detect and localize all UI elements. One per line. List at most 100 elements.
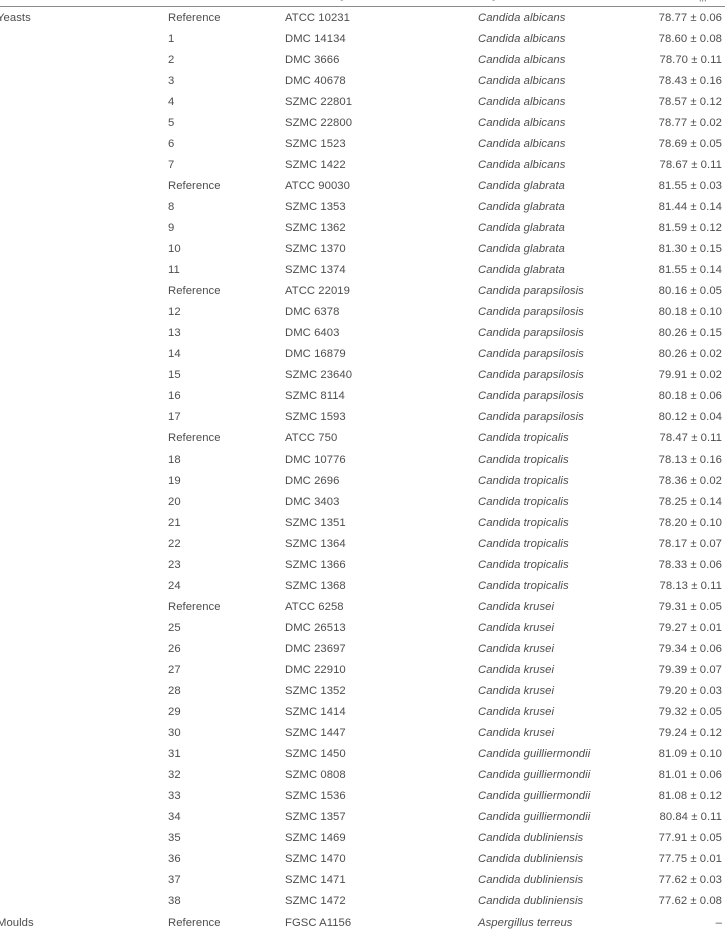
cell-melting-temperature: 80.84 ± 0.11 <box>635 807 725 828</box>
cell-strain-designation-number: SZMC 1471 <box>285 870 478 891</box>
cell-organism: Candida albicans <box>478 70 635 91</box>
cell-dna-serial-id: Reference <box>168 912 285 933</box>
table-row: 20DMC 3403Candida tropicalis78.25 ± 0.14 <box>0 491 725 512</box>
cell-strain-designation-number: SZMC 1450 <box>285 744 478 765</box>
cell-dna-serial-id: 16 <box>168 386 285 407</box>
cell-group <box>0 154 168 175</box>
cell-dna-serial-id: Reference <box>168 596 285 617</box>
cell-melting-temperature: 78.57 ± 0.12 <box>635 91 725 112</box>
table-row: YeastsReferenceATCC 10231Candida albican… <box>0 7 725 29</box>
cell-melting-temperature: 81.55 ± 0.03 <box>635 175 725 196</box>
cell-dna-serial-id: 26 <box>168 638 285 659</box>
table-row: 36SZMC 1470Candida dubliniensis77.75 ± 0… <box>0 849 725 870</box>
cell-melting-temperature: 77.91 ± 0.05 <box>635 828 725 849</box>
cell-dna-serial-id: 22 <box>168 533 285 554</box>
cell-organism: Candida glabrata <box>478 196 635 217</box>
cell-melting-temperature: 81.55 ± 0.14 <box>635 260 725 281</box>
cell-organism: Candida parapsilosis <box>478 365 635 386</box>
cell-dna-serial-id: 29 <box>168 702 285 723</box>
cell-strain-designation-number: SZMC 1447 <box>285 723 478 744</box>
cell-dna-serial-id: 21 <box>168 512 285 533</box>
cell-melting-temperature: 80.26 ± 0.15 <box>635 323 725 344</box>
cell-organism: Candida parapsilosis <box>478 407 635 428</box>
cell-group <box>0 681 168 702</box>
table-row: 37SZMC 1471Candida dubliniensis77.62 ± 0… <box>0 870 725 891</box>
cell-strain-designation-number: SZMC 1370 <box>285 239 478 260</box>
cell-melting-temperature: 78.77 ± 0.06 <box>635 7 725 29</box>
cell-melting-temperature: 81.30 ± 0.15 <box>635 239 725 260</box>
cell-group <box>0 428 168 449</box>
table-row: 4SZMC 22801Candida albicans78.57 ± 0.12 <box>0 91 725 112</box>
cell-dna-serial-id: 36 <box>168 849 285 870</box>
table-row: 8SZMC 1353Candida glabrata81.44 ± 0.14 <box>0 196 725 217</box>
cell-strain-designation-number: SZMC 1357 <box>285 807 478 828</box>
table-row: 16SZMC 8114Candida parapsilosis80.18 ± 0… <box>0 386 725 407</box>
cell-dna-serial-id: 25 <box>168 617 285 638</box>
table-row: 18DMC 10776Candida tropicalis78.13 ± 0.1… <box>0 449 725 470</box>
cell-dna-serial-id: 33 <box>168 786 285 807</box>
table-row: ReferenceATCC 90030Candida glabrata81.55… <box>0 175 725 196</box>
cell-group <box>0 807 168 828</box>
table-row: MouldsReferenceFGSC A1156Aspergillus ter… <box>0 912 725 933</box>
cell-strain-designation-number: SZMC 1352 <box>285 681 478 702</box>
cell-group <box>0 512 168 533</box>
table-row: 33SZMC 1536Candida guilliermondii81.08 ±… <box>0 786 725 807</box>
cell-group <box>0 786 168 807</box>
cell-organism: Candida parapsilosis <box>478 281 635 302</box>
cell-dna-serial-id: 8 <box>168 196 285 217</box>
cell-group <box>0 133 168 154</box>
cell-melting-temperature: 79.91 ± 0.02 <box>635 365 725 386</box>
cell-strain-designation-number: ATCC 90030 <box>285 175 478 196</box>
cell-melting-temperature: 79.24 ± 0.12 <box>635 723 725 744</box>
table-row: 38SZMC 1472Candida dubliniensis77.62 ± 0… <box>0 891 725 912</box>
cell-strain-designation-number: DMC 14134 <box>285 28 478 49</box>
cell-dna-serial-id: Reference <box>168 428 285 449</box>
table-row: 3DMC 40678Candida albicans78.43 ± 0.16 <box>0 70 725 91</box>
cell-group <box>0 470 168 491</box>
cell-melting-temperature: 79.20 ± 0.03 <box>635 681 725 702</box>
table-row: 11SZMC 1374Candida glabrata81.55 ± 0.14 <box>0 260 725 281</box>
table-row: 2DMC 3666Candida albicans78.70 ± 0.11 <box>0 49 725 70</box>
cell-strain-designation-number: SZMC 1364 <box>285 533 478 554</box>
cell-strain-designation-number: DMC 40678 <box>285 70 478 91</box>
cell-organism: Candida guilliermondii <box>478 765 635 786</box>
cell-organism: Candida tropicalis <box>478 512 635 533</box>
cell-dna-serial-id: 4 <box>168 91 285 112</box>
cell-organism: Candida albicans <box>478 49 635 70</box>
cell-organism: Candida dubliniensis <box>478 849 635 870</box>
document-page: DNA serial ID. Strain designation number… <box>0 0 725 928</box>
cell-melting-temperature: 77.62 ± 0.03 <box>635 870 725 891</box>
cell-melting-temperature: 78.17 ± 0.07 <box>635 533 725 554</box>
table-row: 13DMC 6403Candida parapsilosis80.26 ± 0.… <box>0 323 725 344</box>
cell-organism: Candida krusei <box>478 723 635 744</box>
cell-group <box>0 112 168 133</box>
cell-group <box>0 386 168 407</box>
cell-organism: Candida glabrata <box>478 260 635 281</box>
table-row: 30SZMC 1447Candida krusei79.24 ± 0.12 <box>0 723 725 744</box>
cell-group <box>0 302 168 323</box>
cell-organism: Candida albicans <box>478 154 635 175</box>
table-row: 26DMC 23697Candida krusei79.34 ± 0.06 <box>0 638 725 659</box>
cell-strain-designation-number: DMC 10776 <box>285 449 478 470</box>
table-row: 1DMC 14134Candida albicans78.60 ± 0.08 <box>0 28 725 49</box>
cell-melting-temperature: 80.16 ± 0.05 <box>635 281 725 302</box>
cell-group <box>0 323 168 344</box>
cell-strain-designation-number: DMC 23697 <box>285 638 478 659</box>
cell-dna-serial-id: 18 <box>168 449 285 470</box>
cell-strain-designation-number: SZMC 1593 <box>285 407 478 428</box>
cell-strain-designation-number: ATCC 22019 <box>285 281 478 302</box>
cell-melting-temperature: 79.32 ± 0.05 <box>635 702 725 723</box>
cell-organism: Candida parapsilosis <box>478 386 635 407</box>
cell-group <box>0 175 168 196</box>
cell-strain-designation-number: SZMC 1472 <box>285 891 478 912</box>
cell-group <box>0 344 168 365</box>
cell-melting-temperature: 79.27 ± 0.01 <box>635 617 725 638</box>
cell-strain-designation-number: DMC 3403 <box>285 491 478 512</box>
group-label: Yeasts <box>0 12 31 24</box>
table-row: 19DMC 2696Candida tropicalis78.36 ± 0.02 <box>0 470 725 491</box>
cell-organism: Candida albicans <box>478 7 635 29</box>
table-row: 34SZMC 1357Candida guilliermondii80.84 ±… <box>0 807 725 828</box>
cell-strain-designation-number: DMC 22910 <box>285 659 478 680</box>
table-row: 27DMC 22910Candida krusei79.39 ± 0.07 <box>0 659 725 680</box>
cell-melting-temperature: 81.44 ± 0.14 <box>635 196 725 217</box>
